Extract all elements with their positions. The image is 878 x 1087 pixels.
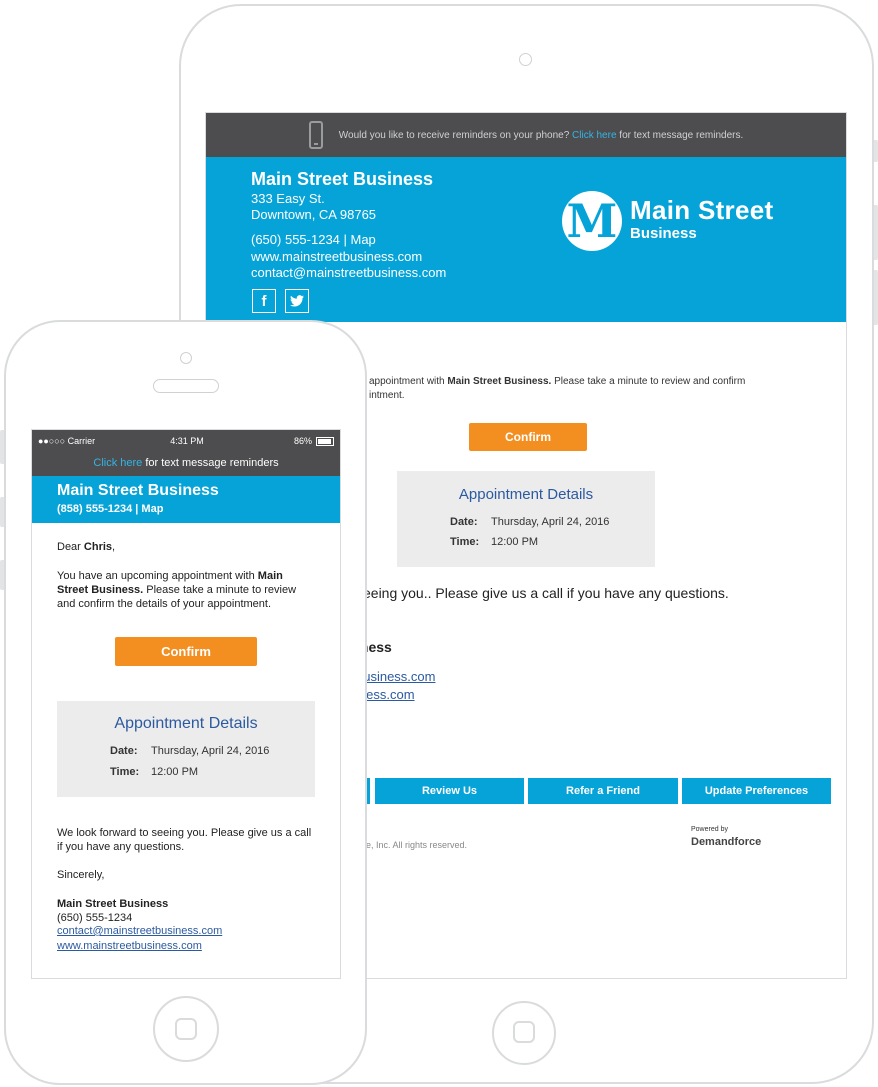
business-header: Main Street Business (858) 555-1234 | Ma…	[32, 476, 340, 523]
tablet-confirm-button[interactable]: Confirm	[469, 423, 587, 451]
phone-map-line[interactable]: (858) 555-1234 | Map	[57, 503, 163, 515]
business-name: Main Street Business	[251, 169, 434, 189]
signature-phone: (650) 555-1234	[57, 912, 133, 924]
phone-volume-up	[0, 497, 4, 527]
facebook-icon[interactable]: f	[252, 289, 276, 313]
phone-speaker	[153, 379, 219, 393]
phone-map-line[interactable]: (650) 555-1234 | Map	[251, 232, 376, 247]
logo-subtitle: Business	[630, 225, 697, 242]
email-link[interactable]: contact@mainstreetbusiness.com	[251, 265, 446, 280]
time-label: Time:	[110, 766, 140, 778]
appointment-date: Thursday, April 24, 2016	[151, 745, 270, 757]
reminder-text: for text message reminders	[145, 457, 279, 469]
look-forward-line-2: if you have any questions.	[57, 841, 185, 853]
greeting: Dear Chris,	[57, 541, 116, 553]
demandforce-logo: Demandforce	[691, 836, 762, 848]
phone-camera	[180, 352, 192, 364]
tablet-home-icon	[513, 1021, 535, 1043]
battery-percent: 86%	[294, 436, 313, 446]
twitter-icon[interactable]	[285, 289, 309, 313]
signature-web-link[interactable]: www.mainstreetbusiness.com	[57, 940, 202, 952]
logo-name: Main Street	[630, 195, 774, 225]
powered-by-label: Powered by	[691, 826, 728, 833]
phone-mute-switch	[0, 430, 4, 464]
tablet-volume-up	[874, 205, 878, 260]
battery-icon	[316, 437, 334, 446]
phone-confirm-button[interactable]: Confirm	[115, 637, 257, 666]
click-here-link[interactable]: Click here	[572, 130, 616, 141]
appointment-title: Appointment Details	[458, 486, 594, 503]
tablet-volume-down	[874, 270, 878, 325]
reminder-suffix: for text message reminders.	[619, 129, 744, 141]
appointment-title: Appointment Details	[114, 715, 258, 732]
sincerely: Sincerely,	[57, 869, 105, 881]
logo-letter: M	[566, 194, 618, 248]
text-reminder-bar: Click here for text message reminders	[32, 454, 340, 476]
signature-email-link[interactable]: contact@mainstreetbusiness.com	[57, 925, 222, 937]
tablet-signature-email-link[interactable]: business.com	[356, 669, 435, 684]
body-line-2: Street Business. Please take a minute to…	[57, 584, 297, 596]
tablet-body-line-1: appointment with Main Street Business. P…	[369, 376, 746, 387]
tablet-body-line-2: intment.	[369, 390, 405, 401]
signature-name: Main Street Business	[57, 898, 169, 910]
appointment-time: 12:00 PM	[491, 536, 539, 548]
copyright-text: e, Inc. All rights reserved.	[366, 840, 468, 850]
update-preferences-button[interactable]: Update Preferences	[682, 778, 831, 804]
social-links: f	[252, 289, 309, 313]
business-name: Main Street Business	[57, 482, 219, 499]
look-forward-line-1: We look forward to seeing you. Please gi…	[57, 827, 312, 839]
click-here-link[interactable]: Click here	[93, 457, 142, 469]
refer-friend-button[interactable]: Refer a Friend	[528, 778, 678, 804]
status-bar: ●●○○○ Carrier 4:31 PM 86%	[32, 430, 340, 454]
body-line-3: and confirm the details of your appointm…	[57, 598, 272, 610]
mobile-phone-icon	[308, 121, 323, 149]
phone-volume-down	[0, 560, 4, 590]
website-link[interactable]: www.mainstreetbusiness.com	[251, 249, 422, 264]
business-header: Main Street Business 333 Easy St. Downto…	[206, 157, 846, 322]
text-reminder-bar: Would you like to receive reminders on y…	[206, 113, 846, 157]
appointment-date: Thursday, April 24, 2016	[491, 516, 610, 528]
date-label: Date:	[450, 516, 478, 528]
time-label: Time:	[450, 536, 480, 548]
tablet-look-forward-text: seeing you.. Please give us a call if yo…	[356, 585, 729, 601]
tablet-camera	[519, 53, 532, 66]
phone-home-icon	[175, 1018, 197, 1040]
tablet-side-button	[874, 140, 878, 162]
review-us-button[interactable]: Review Us	[375, 778, 524, 804]
body-line-1: You have an upcoming appointment with Ma…	[57, 570, 283, 582]
reminder-question: Would you like to receive reminders on y…	[338, 129, 570, 141]
address-line-1: 333 Easy St.	[251, 191, 325, 206]
date-label: Date:	[110, 745, 138, 757]
address-line-2: Downtown, CA 98765	[251, 207, 377, 222]
phone-appointment-details: Appointment Details Date: Thursday, Apri…	[57, 701, 315, 797]
appointment-time: 12:00 PM	[151, 766, 199, 778]
tablet-appointment-details: Appointment Details Date: Thursday, Apri…	[397, 471, 655, 567]
brand-logo-icon: M	[562, 191, 622, 251]
